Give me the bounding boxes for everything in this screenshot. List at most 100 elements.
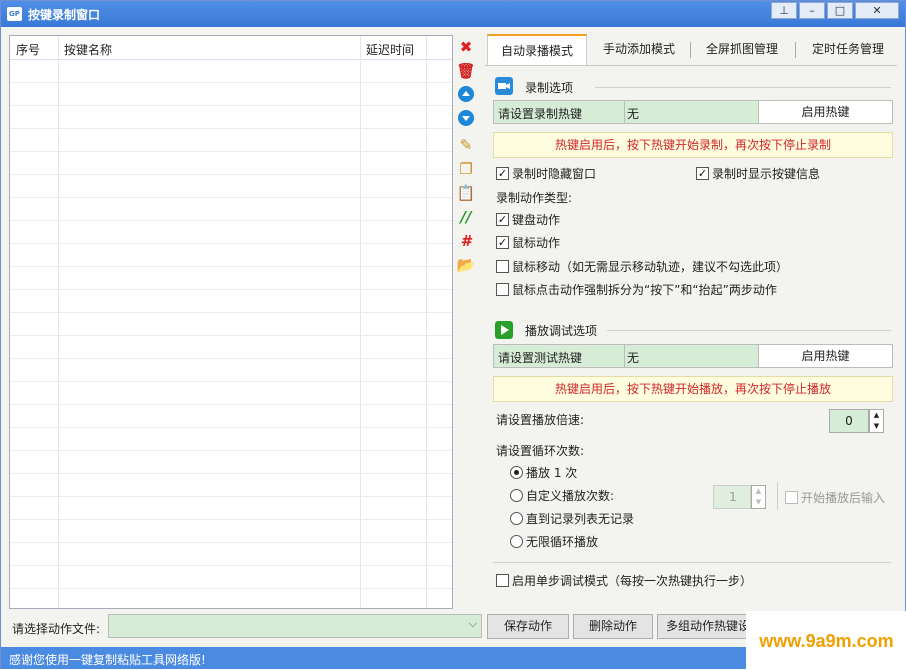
tab-auto-record[interactable]: 自动录播模式 [487,34,587,65]
list-row-line [10,588,452,589]
list-row-line [10,404,452,405]
tab-manual-add[interactable]: 手动添加模式 [591,34,687,65]
mouse-move-label: 鼠标移动（如无需显示移动轨迹，建议不勾选此项） [512,260,789,274]
list-row-line [10,105,452,106]
playback-hotkey-value[interactable]: 无 [627,349,639,366]
play-once-label: 播放 1 次 [526,466,578,480]
window-title: 按键录制窗口 [28,8,101,22]
radio-unselected [510,512,523,525]
list-row-line [10,243,452,244]
copy-icon[interactable]: ❐ [456,159,476,179]
mouse-action-checkbox[interactable]: ✓ 鼠标动作 [496,234,560,251]
list-toolbar: ✖ 🗑 ✎ ❐ 📋 // # 📂 [453,35,479,609]
record-hotkey-row: 请设置录制热键 无 启用热键 [493,100,893,124]
mouse-action-label: 鼠标动作 [512,236,561,250]
list-row-line [10,220,452,221]
show-key-info-checkbox[interactable]: ✓ 录制时显示按键信息 [696,165,820,182]
checkbox-unchecked [496,574,509,587]
list-row-line [10,151,452,152]
column-header-index[interactable]: 序号 [16,41,40,58]
playback-notice: 热键启用后，按下热键开始播放，再次按下停止播放 [493,376,893,402]
speed-value[interactable]: 0 [830,414,868,428]
edit-icon[interactable]: ✎ [456,135,476,155]
list-row-line [10,82,452,83]
list-row-line [10,289,452,290]
list-header: 序号 按键名称 延迟时间 [10,36,452,60]
delete-action-button[interactable]: 删除动作 [573,614,653,639]
close-button[interactable]: ✕ [855,2,899,19]
arrow-down-icon[interactable] [456,109,476,129]
custom-count-radio[interactable]: 自定义播放次数: [510,487,614,504]
action-file-select[interactable]: ⌵ [108,614,482,638]
hash-icon[interactable]: # [456,231,476,251]
single-step-label: 启用单步调试模式（每按一次热键执行一步） [512,574,753,588]
keyboard-action-checkbox[interactable]: ✓ 键盘动作 [496,211,560,228]
speed-label: 请设置播放倍速: [496,413,585,427]
start-input-checkbox[interactable]: 开始播放后输入 [785,489,885,506]
custom-count-spinner[interactable]: 1 ▲ ▼ [713,485,766,509]
watermark-text: www.9a9m.com [759,631,894,651]
title-bar: GP 按键录制窗口 ⊥ – □ ✕ [1,1,905,27]
video-camera-icon [495,77,513,95]
playback-hotkey-label: 请设置测试热键 [498,351,583,365]
record-enable-hotkey-button[interactable]: 启用热键 [758,101,892,123]
column-header-key-name[interactable]: 按键名称 [64,41,112,58]
list-row-line [10,128,452,129]
record-hotkey-value[interactable]: 无 [627,105,639,122]
list-row-line [10,565,452,566]
maximize-button[interactable]: □ [827,2,853,19]
mouse-move-checkbox[interactable]: 鼠标移动（如无需显示移动轨迹，建议不勾选此项） [496,258,788,275]
pin-icon: ⊥ [779,4,789,17]
tab-scheduled-tasks[interactable]: 定时任务管理 [799,34,897,65]
minimize-button[interactable]: – [799,2,825,19]
hide-window-checkbox[interactable]: ✓ 录制时隐藏窗口 [496,165,596,182]
checkbox-checked: ✓ [496,236,509,249]
trash-icon[interactable]: 🗑 [456,61,476,81]
status-text: 感谢您使用一键复制粘贴工具网络版! [9,653,206,667]
maximize-icon: □ [834,4,846,17]
mouse-click-split-checkbox[interactable]: 鼠标点击动作强制拆分为“按下”和“抬起”两步动作 [496,281,777,298]
infinite-loop-radio[interactable]: 无限循环播放 [510,533,598,550]
list-row-line [10,358,452,359]
speed-spinner[interactable]: 0 ▲ ▼ [829,409,884,433]
pin-button[interactable]: ⊥ [771,2,797,19]
folder-icon[interactable]: 📂 [456,255,476,275]
loop-label: 请设置循环次数: [496,444,585,458]
comment-icon[interactable]: // [456,207,476,227]
list-row-line [10,496,452,497]
checkbox-unchecked [496,260,509,273]
radio-selected [510,466,523,479]
main-window: GP 按键录制窗口 ⊥ – □ ✕ 序号 按键名称 延迟时间 ✖ 🗑 ✎ ❐ 📋… [0,0,906,670]
infinite-loop-label: 无限循环播放 [526,535,599,549]
paste-icon[interactable]: 📋 [456,183,476,203]
list-row-line [10,450,452,451]
checkbox-unchecked [496,283,509,296]
list-row-line [10,381,452,382]
playback-enable-hotkey-button[interactable]: 启用热键 [758,345,892,367]
custom-count-value[interactable]: 1 [714,490,752,504]
minimize-icon: – [809,4,815,17]
multi-hotkey-button[interactable]: 多组动作热键设 [657,614,759,639]
checkbox-checked: ✓ [696,167,709,180]
record-hotkey-label: 请设置录制热键 [498,107,583,121]
tab-screenshot[interactable]: 全屏抓图管理 [693,34,791,65]
start-input-label: 开始播放后输入 [801,491,886,505]
delete-x-icon[interactable]: ✖ [456,37,476,57]
save-action-button[interactable]: 保存动作 [487,614,569,639]
column-header-delay[interactable]: 延迟时间 [366,41,414,58]
list-row-line [10,197,452,198]
watermark: www.9a9m.com [746,611,906,670]
chevron-down-icon[interactable]: ⌵ [469,617,477,631]
action-type-label: 录制动作类型: [496,191,573,205]
key-record-list[interactable]: 序号 按键名称 延迟时间 [9,35,453,609]
radio-unselected [510,489,523,502]
arrow-up-icon[interactable] [456,85,476,105]
spinner-arrows[interactable]: ▲ ▼ [869,409,884,433]
list-row-line [10,266,452,267]
single-step-checkbox[interactable]: 启用单步调试模式（每按一次热键执行一步） [496,572,752,589]
until-empty-radio[interactable]: 直到记录列表无记录 [510,510,634,527]
play-once-radio[interactable]: 播放 1 次 [510,464,577,481]
checkbox-checked: ✓ [496,167,509,180]
spinner-arrows-disabled[interactable]: ▲ ▼ [751,485,766,509]
list-row-line [10,312,452,313]
